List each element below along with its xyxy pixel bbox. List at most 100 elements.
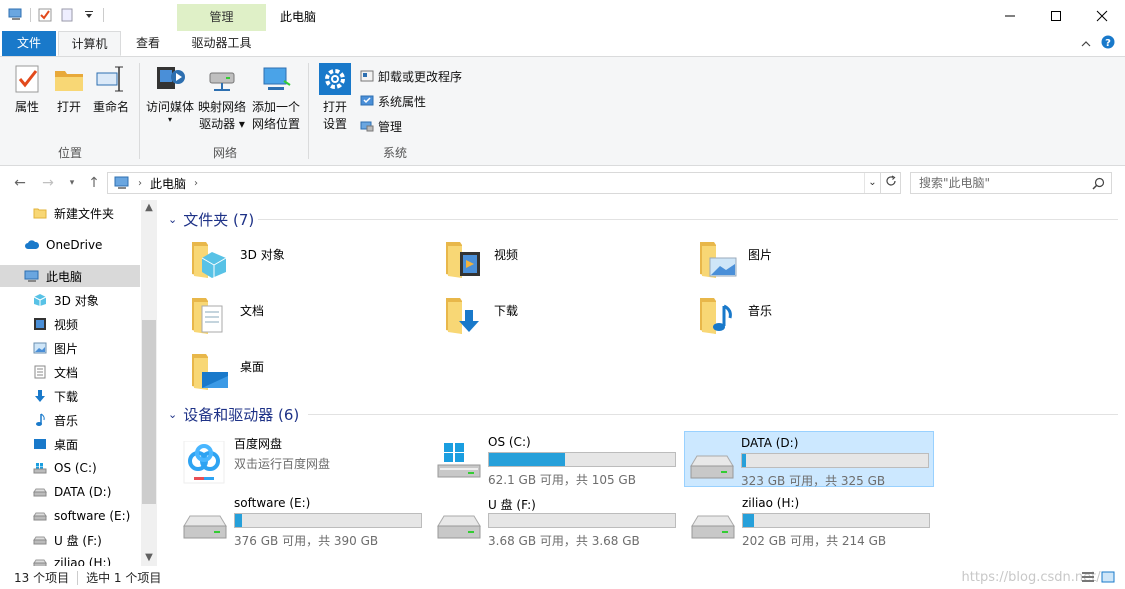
sidebar-item-pictures[interactable]: 图片: [0, 337, 140, 359]
sidebar-item-drive-h[interactable]: ziliao (H:): [0, 552, 140, 566]
drive-h[interactable]: ziliao (H:) 202 GB 可用，共 214 GB: [686, 492, 936, 548]
drive-c-label: OS (C:): [488, 435, 531, 449]
drive-c[interactable]: OS (C:) 62.1 GB 可用，共 105 GB: [432, 431, 682, 487]
sidebar-item-onedrive[interactable]: OneDrive: [0, 234, 140, 256]
rename-icon: [95, 63, 127, 95]
drive-c-usage-bar: [488, 452, 676, 467]
drive-f[interactable]: U 盘 (F:) 3.68 GB 可用，共 3.68 GB: [432, 492, 682, 548]
drive-d[interactable]: DATA (D:) 323 GB 可用，共 325 GB: [684, 431, 934, 488]
sidebar-item-drive-c[interactable]: OS (C:): [0, 457, 140, 479]
3d-objects-icon: [32, 292, 48, 308]
breadcrumb-chevron-icon[interactable]: ›: [194, 178, 198, 189]
sidebar-item-documents[interactable]: 文档: [0, 361, 140, 383]
tab-view[interactable]: 查看: [126, 31, 170, 56]
devices-section-header[interactable]: ⌄ 设备和驱动器 (6): [168, 403, 1118, 425]
sidebar-item-music[interactable]: 音乐: [0, 409, 140, 431]
tab-file[interactable]: 文件: [2, 31, 56, 56]
chevron-down-icon[interactable]: ⌄: [168, 213, 177, 226]
baidu-netdisk-item[interactable]: 百度网盘 双击运行百度网盘: [178, 431, 428, 487]
maximize-button[interactable]: [1033, 0, 1079, 31]
sidebar-item-videos[interactable]: 视频: [0, 313, 140, 335]
uninstall-program-button[interactable]: 卸载或更改程序: [360, 65, 462, 87]
folder-videos[interactable]: 视频: [422, 236, 662, 284]
breadcrumb-chevron-icon[interactable]: ›: [138, 178, 142, 189]
dropdown-arrow-icon: ▾: [238, 117, 245, 131]
access-media-button[interactable]: 访问媒体 ▾: [145, 63, 195, 124]
folder-documents[interactable]: 文档: [168, 292, 408, 340]
hard-drive-icon: [32, 508, 48, 524]
chevron-down-icon[interactable]: ⌄: [168, 408, 177, 421]
refresh-button[interactable]: [881, 172, 901, 194]
sidebar-item-drive-d[interactable]: DATA (D:): [0, 481, 140, 503]
search-box[interactable]: 搜索"此电脑": [910, 172, 1112, 194]
up-arrow-icon[interactable]: ↑: [86, 175, 102, 191]
map-drive-button[interactable]: 映射网络 驱动器 ▾: [197, 63, 247, 133]
open-settings-button[interactable]: 打开 设置: [310, 63, 360, 133]
sidebar-item-downloads[interactable]: 下载: [0, 385, 140, 407]
properties-check-icon[interactable]: [37, 7, 53, 23]
download-folder-icon: [442, 292, 486, 336]
folder-downloads[interactable]: 下载: [422, 292, 662, 340]
sidebar-item-this-pc[interactable]: 此电脑: [0, 265, 140, 287]
address-bar[interactable]: › 此电脑 › ⌄: [107, 172, 881, 194]
collapse-ribbon-icon[interactable]: [1081, 37, 1091, 51]
drive-d-usage-bar: [741, 453, 929, 468]
section-divider: [308, 414, 1118, 415]
video-folder-icon: [442, 236, 486, 280]
search-icon[interactable]: [1092, 176, 1105, 196]
minimize-button[interactable]: [987, 0, 1033, 31]
scroll-down-icon[interactable]: ▼: [141, 550, 157, 566]
baidu-netdisk-subtitle: 双击运行百度网盘: [234, 457, 331, 471]
title-bar: 管理 此电脑: [0, 0, 1125, 31]
details-view-icon[interactable]: [1081, 570, 1095, 587]
drive-e-label: software (E:): [234, 496, 311, 510]
forward-arrow-icon[interactable]: →: [40, 175, 56, 191]
help-icon[interactable]: ?: [1101, 35, 1115, 52]
ribbon-tabs: 文件 计算机 查看 驱动器工具 ?: [0, 31, 1125, 87]
sidebar-item-desktop[interactable]: 桌面: [0, 433, 140, 455]
svg-text:?: ?: [1105, 38, 1111, 49]
manage-contextual-tab[interactable]: 管理: [177, 4, 266, 31]
system-properties-button[interactable]: 系统属性: [360, 90, 426, 112]
sidebar-scrollbar[interactable]: ▲ ▼: [141, 200, 157, 566]
large-icons-view-icon[interactable]: [1101, 570, 1115, 587]
drive-f-size: 3.68 GB 可用，共 3.68 GB: [488, 534, 640, 548]
folder-music[interactable]: 音乐: [676, 292, 916, 340]
back-arrow-icon[interactable]: ←: [12, 175, 28, 191]
sidebar-item-drive-f[interactable]: U 盘 (F:): [0, 529, 140, 551]
folder-desktop[interactable]: 桌面: [168, 348, 408, 396]
address-dropdown-icon[interactable]: ⌄: [864, 173, 880, 193]
document-folder-icon: [188, 292, 232, 336]
drive-f-label: U 盘 (F:): [488, 498, 536, 512]
qat-separator: [103, 8, 104, 22]
sidebar-item-drive-e[interactable]: software (E:): [0, 505, 140, 527]
drive-d-size: 323 GB 可用，共 325 GB: [741, 474, 886, 488]
tab-computer[interactable]: 计算机: [58, 31, 121, 56]
drive-e[interactable]: software (E:) 376 GB 可用，共 390 GB: [178, 492, 428, 548]
hard-drive-icon: [436, 502, 482, 542]
scrollbar-thumb[interactable]: [142, 320, 156, 504]
close-button[interactable]: [1079, 0, 1125, 31]
computer-icon[interactable]: [8, 7, 24, 23]
document-icon: [32, 364, 48, 380]
rename-button[interactable]: 重命名: [86, 63, 136, 116]
drive-h-label: ziliao (H:): [742, 496, 800, 510]
sidebar-item-3d-objects[interactable]: 3D 对象: [0, 289, 140, 311]
recent-locations-chevron-icon[interactable]: ▾: [64, 175, 80, 191]
breadcrumb-this-pc[interactable]: 此电脑: [150, 175, 186, 192]
sidebar-item-new-folder[interactable]: 新建文件夹: [0, 202, 140, 224]
scroll-up-icon[interactable]: ▲: [141, 200, 157, 216]
folder-3d-objects[interactable]: 3D 对象: [168, 236, 408, 284]
folders-section-header[interactable]: ⌄ 文件夹 (7): [168, 208, 1118, 230]
manage-button[interactable]: 管理: [360, 115, 402, 137]
close-icon: [1096, 10, 1108, 21]
add-network-location-button[interactable]: 添加一个 网络位置: [251, 63, 301, 133]
new-folder-icon[interactable]: [59, 7, 75, 23]
folder-pictures[interactable]: 图片: [676, 236, 916, 284]
folder-icon: [32, 205, 48, 221]
drive-h-size: 202 GB 可用，共 214 GB: [742, 534, 887, 548]
selected-count: 选中 1 个项目: [86, 571, 162, 585]
content-pane: ⌄ 文件夹 (7) 3D 对象 视频 图片 文档 下载 音乐 桌面 ⌄ 设备和驱…: [160, 200, 1125, 566]
system-properties-icon: [360, 95, 374, 106]
qat-customize-icon[interactable]: [81, 7, 97, 23]
